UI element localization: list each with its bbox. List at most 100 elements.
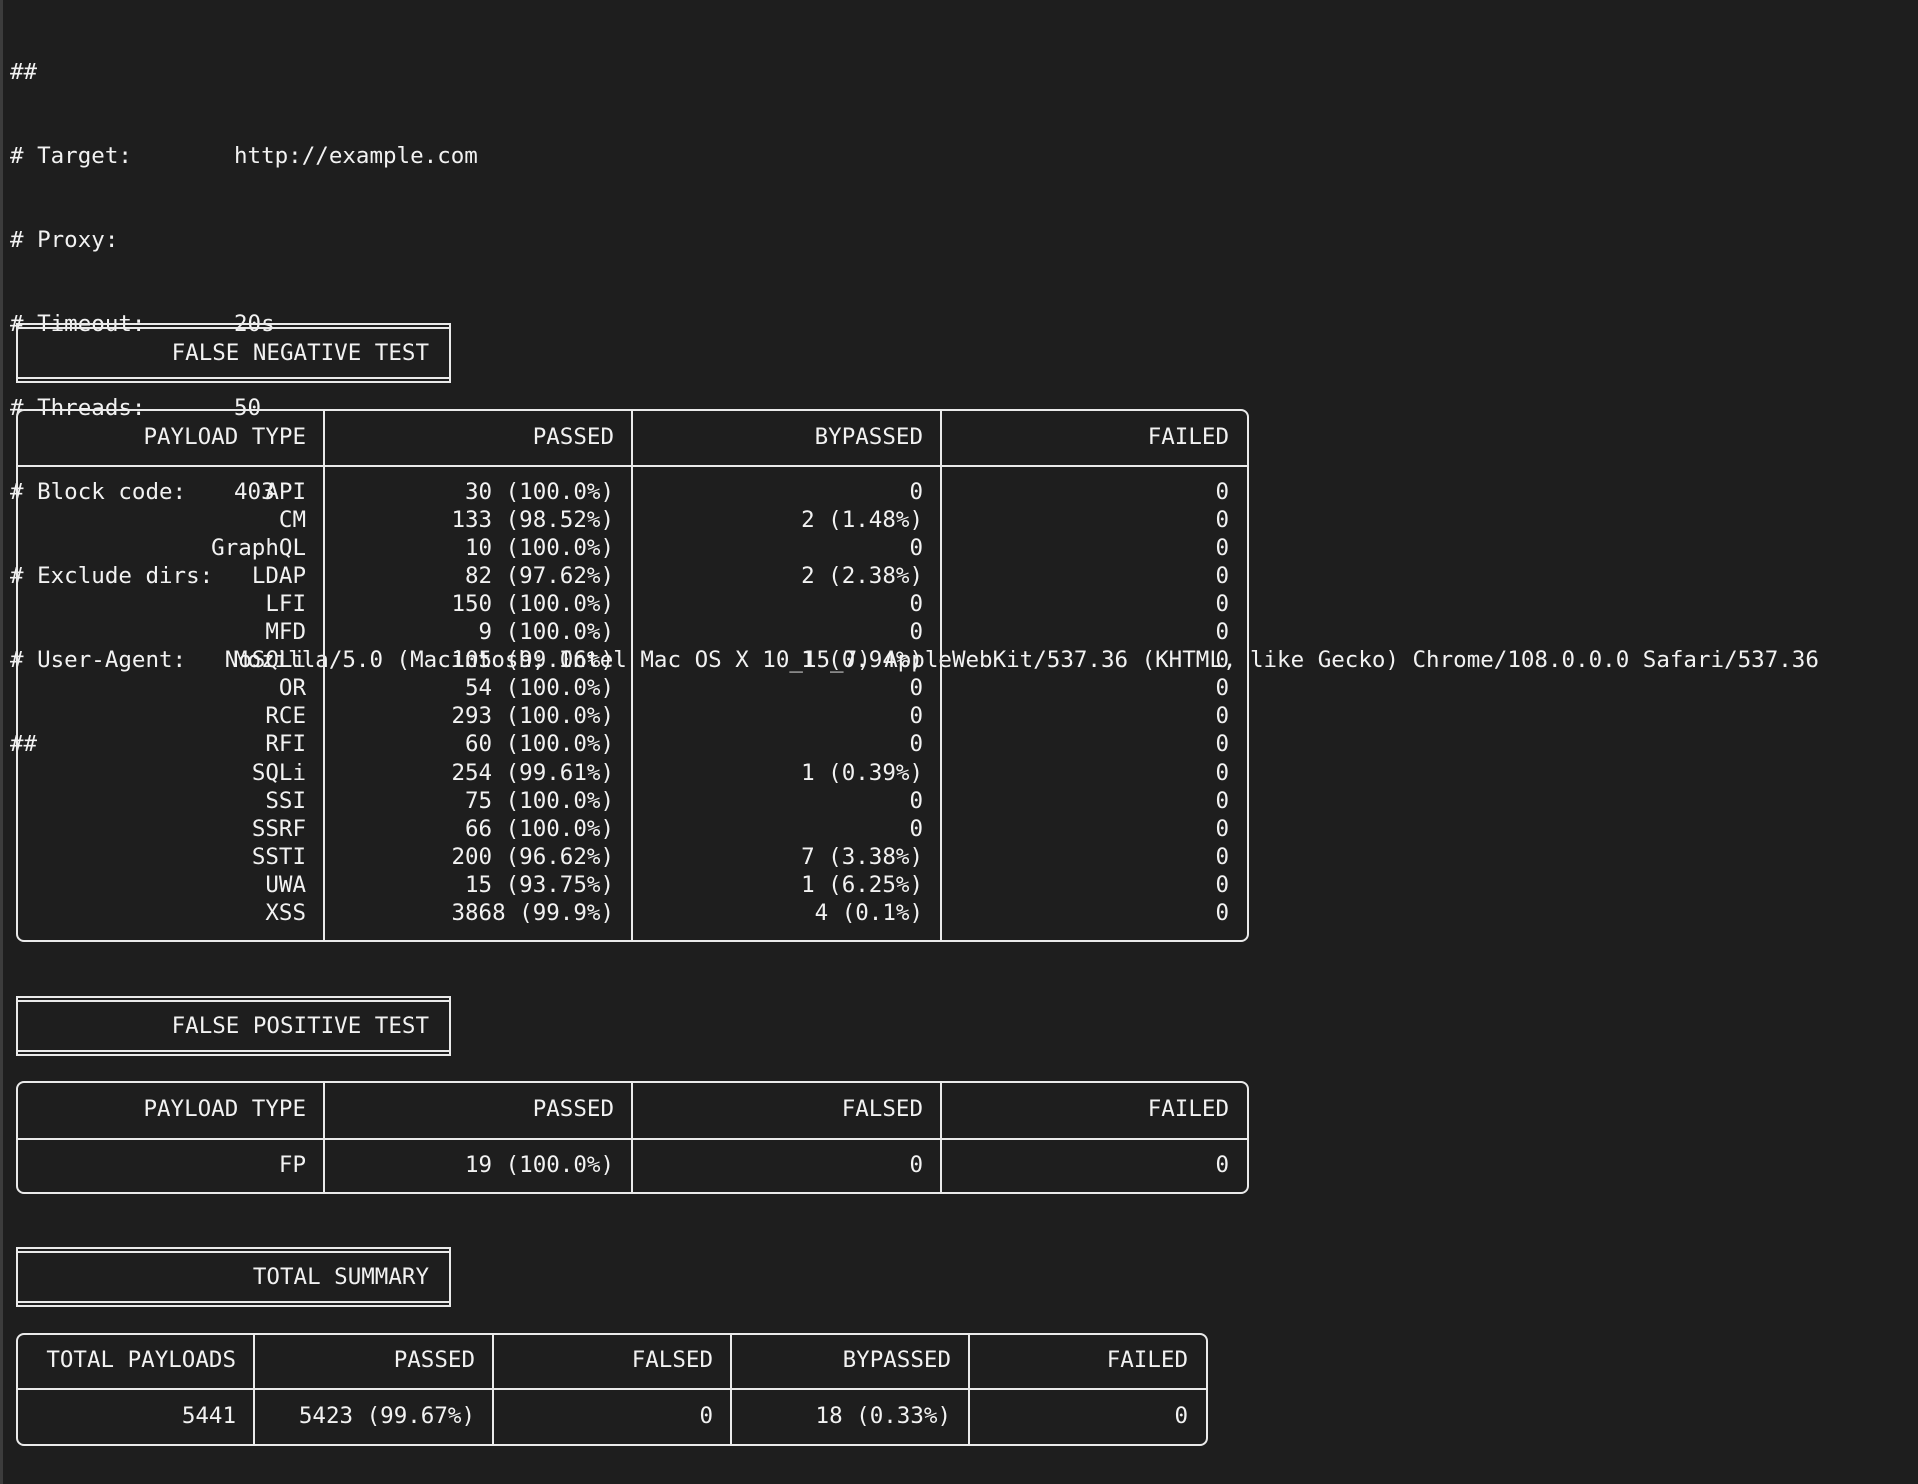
table-cell: 1 (6.25%): [801, 871, 923, 898]
table-cell: 0: [909, 479, 923, 505]
row-label: MFD: [265, 619, 306, 646]
table-cell: 0: [909, 787, 923, 814]
column-header: FAILED: [1147, 424, 1229, 450]
table-cell: 1 (0.39%): [801, 759, 923, 786]
table-cell: 0: [1215, 787, 1229, 814]
false-negative-table: PAYLOAD TYPE PASSED BYPASSED FAILED API 30 (1…: [16, 409, 1249, 942]
table-cell: 4 (0.1%): [814, 899, 923, 926]
config-value: http://example.com: [234, 143, 478, 169]
column-header: FALSED: [841, 1096, 923, 1122]
section-title: FALSE POSITIVE TEST: [171, 1013, 429, 1039]
false-negative-title-box: FALSE NEGATIVE TEST: [16, 323, 451, 383]
table-cell: 0: [909, 1152, 923, 1178]
table-cell: 5423 (99.67%): [298, 1403, 475, 1429]
config-key: # Target:: [10, 143, 132, 169]
header-border-top: ##: [10, 59, 38, 85]
row-label: UWA: [265, 871, 306, 898]
table-cell: 18 (0.33%): [815, 1403, 951, 1429]
table-cell: 150 (100.0%): [451, 591, 614, 618]
table-cell: 293 (100.0%): [451, 703, 614, 730]
table-cell: 0: [909, 591, 923, 618]
table-cell: 82 (97.62%): [464, 563, 614, 590]
row-label: CM: [278, 507, 306, 534]
table-cell: 0: [1215, 871, 1229, 898]
row-label: LDAP: [251, 563, 306, 590]
table-cell: 0: [1174, 1403, 1188, 1429]
table-cell: 200 (96.62%): [451, 843, 614, 870]
table-cell: 0: [1215, 731, 1229, 758]
window-left-border: [0, 0, 3, 1484]
table-cell: 75 (100.0%): [464, 787, 614, 814]
table-cell: 10 (100.0%): [464, 535, 614, 562]
table-cell: 30 (100.0%): [464, 479, 614, 505]
row-label: GraphQL: [211, 535, 306, 562]
column-header: PAYLOAD TYPE: [143, 1096, 306, 1122]
table-cell: 60 (100.0%): [464, 731, 614, 758]
table-cell: 66 (100.0%): [464, 815, 614, 842]
table-cell: 0: [909, 731, 923, 758]
section-title: TOTAL SUMMARY: [252, 1264, 429, 1290]
column-header: BYPASSED: [814, 424, 923, 450]
row-label: LFI: [265, 591, 306, 618]
column-header: TOTAL PAYLOADS: [46, 1347, 236, 1373]
column-header: FAILED: [1147, 1096, 1229, 1122]
table-cell: 0: [699, 1403, 713, 1429]
table-cell: 0: [1215, 703, 1229, 730]
header-separator: [18, 1138, 1247, 1140]
table-cell: 0: [909, 675, 923, 702]
table-cell: 105 (99.06%): [451, 647, 614, 674]
table-cell: 1 (0.94%): [801, 647, 923, 674]
section-title: FALSE NEGATIVE TEST: [171, 340, 429, 366]
row-label: FP: [278, 1152, 306, 1178]
column-header: FALSED: [631, 1347, 713, 1373]
table-cell: 2 (2.38%): [801, 563, 923, 590]
table-cell: 254 (99.61%): [451, 759, 614, 786]
row-label: SQLi: [251, 759, 306, 786]
config-proxy: # Proxy:: [10, 226, 1819, 254]
config-target: # Target: http://example.com: [10, 142, 1819, 170]
row-label: SSI: [265, 787, 306, 814]
column-header: PASSED: [393, 1347, 475, 1373]
table-cell: 7 (3.38%): [801, 843, 923, 870]
table-cell: 0: [909, 815, 923, 842]
column-header: PASSED: [532, 424, 614, 450]
table-cell: 0: [1215, 647, 1229, 674]
table-cell: 0: [1215, 675, 1229, 702]
false-positive-title-box: FALSE POSITIVE TEST: [16, 996, 451, 1056]
column-header: FAILED: [1106, 1347, 1188, 1373]
table-cell: 0: [1215, 619, 1229, 646]
row-label: API: [265, 479, 306, 505]
table-cell: 0: [1215, 507, 1229, 534]
row-label: SSTI: [251, 843, 306, 870]
table-cell: 0: [1215, 843, 1229, 870]
column-header: PASSED: [532, 1096, 614, 1122]
table-cell: 54 (100.0%): [464, 675, 614, 702]
row-label: NoSQLi: [224, 647, 306, 674]
table-cell: 0: [1215, 535, 1229, 562]
table-cell: 0: [1215, 815, 1229, 842]
table-cell: 15 (93.75%): [464, 871, 614, 898]
total-summary-title-box: TOTAL SUMMARY: [16, 1247, 451, 1307]
row-label: RFI: [265, 731, 306, 758]
table-cell: 0: [1215, 591, 1229, 618]
table-cell: 133 (98.52%): [451, 507, 614, 534]
table-cell: 0: [1215, 759, 1229, 786]
column-header: BYPASSED: [842, 1347, 951, 1373]
table-cell: 0: [1215, 899, 1229, 926]
table-cell: 0: [1215, 563, 1229, 590]
row-label: SSRF: [251, 815, 306, 842]
table-cell: 9 (100.0%): [478, 619, 614, 646]
table-cell: 0: [909, 703, 923, 730]
row-label: OR: [278, 675, 306, 702]
row-label: 5441: [181, 1403, 236, 1429]
header-separator: [18, 1388, 1206, 1390]
header-separator: [18, 465, 1247, 467]
table-cell: 19 (100.0%): [464, 1152, 614, 1178]
config-key: # Proxy:: [10, 227, 119, 253]
total-summary-table: TOTAL PAYLOADS PASSED FALSED BYPASSED FAILED…: [16, 1333, 1208, 1446]
table-cell: 0: [909, 535, 923, 562]
table-cell: 0: [1215, 1152, 1229, 1178]
column-header: PAYLOAD TYPE: [143, 424, 306, 450]
table-cell: 2 (1.48%): [801, 507, 923, 534]
row-label: RCE: [265, 703, 306, 730]
